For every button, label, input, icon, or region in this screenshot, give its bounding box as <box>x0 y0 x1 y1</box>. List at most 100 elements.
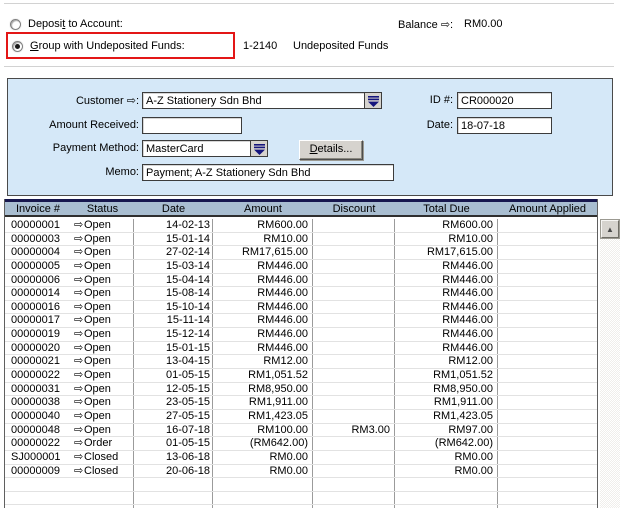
payment-method-input[interactable] <box>143 141 267 156</box>
table-row[interactable]: 00000038 ⇨Open 23-05-15 RM1,911.00 RM1,911.0… <box>5 396 597 410</box>
table-row[interactable]: 00000017 ⇨Open 15-11-14 RM446.00 RM446.00 <box>5 314 597 329</box>
status-cell[interactable]: ⇨Open <box>71 328 134 341</box>
detail-arrow-icon[interactable]: ⇨ <box>71 396 84 409</box>
amount-applied-cell[interactable] <box>498 396 597 409</box>
detail-arrow-icon[interactable]: ⇨ <box>71 410 84 423</box>
scroll-up-icon[interactable]: ▲ <box>601 220 619 238</box>
status-cell[interactable]: ⇨Open <box>71 246 134 259</box>
amount-applied-cell[interactable] <box>498 287 597 300</box>
memo-field[interactable] <box>142 164 394 181</box>
group-undeposited-funds-label[interactable]: Group with Undeposited Funds: <box>30 40 185 52</box>
table-row[interactable]: 00000003 ⇨Open 15-01-14 RM10.00 RM10.00 <box>5 232 597 247</box>
amount-applied-cell[interactable] <box>498 260 597 273</box>
detail-arrow-icon[interactable]: ⇨ <box>71 383 84 396</box>
detail-arrow-icon[interactable]: ⇨ <box>71 274 84 287</box>
discount-cell[interactable] <box>313 328 395 341</box>
customer-input[interactable] <box>143 93 381 108</box>
amount-applied-cell[interactable] <box>498 355 597 368</box>
plain-arrow-icon[interactable]: ⇨ <box>71 437 84 450</box>
discount-cell[interactable] <box>313 259 395 273</box>
table-scrollbar[interactable]: ▲ <box>600 219 620 508</box>
discount-cell[interactable] <box>313 341 395 355</box>
amount-applied-cell[interactable] <box>498 246 597 259</box>
amount-applied-cell[interactable] <box>498 369 597 382</box>
detail-arrow-icon[interactable]: ⇨ <box>71 314 84 327</box>
discount-cell[interactable] <box>313 355 395 369</box>
status-cell[interactable]: ⇨Order <box>71 437 134 450</box>
amount-applied-cell[interactable] <box>498 274 597 287</box>
status-cell[interactable]: ⇨Closed <box>71 464 134 478</box>
discount-cell[interactable] <box>313 232 395 246</box>
table-row[interactable]: 00000031 ⇨Open 12-05-15 RM8,950.00 RM8,950.0… <box>5 382 597 397</box>
table-row[interactable]: 00000014 ⇨Open 15-08-14 RM446.00 RM446.00 <box>5 287 597 301</box>
discount-cell[interactable] <box>313 287 395 300</box>
table-row[interactable]: 00000019 ⇨Open 15-12-14 RM446.00 RM446.00 <box>5 328 597 342</box>
table-row[interactable]: 00000001 ⇨Open 14-02-13 RM600.00 RM600.00 <box>5 219 597 233</box>
status-cell[interactable]: ⇨Open <box>71 396 134 409</box>
discount-cell[interactable] <box>313 219 395 232</box>
customer-combo[interactable] <box>142 92 382 109</box>
amount-applied-cell[interactable] <box>498 342 597 355</box>
amount-applied-cell[interactable] <box>498 301 597 314</box>
table-row[interactable]: 00000021 ⇨Open 13-04-15 RM12.00 RM12.00 <box>5 355 597 370</box>
detail-arrow-icon[interactable]: ⇨ <box>71 233 84 246</box>
detail-arrow-icon[interactable]: ⇨ <box>71 287 84 300</box>
discount-cell[interactable] <box>313 396 395 409</box>
status-cell[interactable]: ⇨Open <box>71 341 134 355</box>
date-field[interactable] <box>457 117 552 134</box>
discount-cell[interactable] <box>313 246 395 259</box>
deposit-to-account-label[interactable]: Deposit to Account: <box>28 18 123 30</box>
discount-cell[interactable] <box>313 437 395 450</box>
detail-arrow-icon[interactable]: ⇨ <box>71 424 84 437</box>
id-input[interactable] <box>458 93 551 108</box>
status-cell[interactable]: ⇨Open <box>71 219 134 232</box>
table-row[interactable]: 00000016 ⇨Open 15-10-14 RM446.00 RM446.00 <box>5 300 597 315</box>
amount-applied-cell[interactable] <box>498 410 597 423</box>
detail-arrow-icon[interactable]: ⇨ <box>71 328 84 341</box>
table-row[interactable]: 00000022 ⇨Order 01-05-15 (RM642.00) (RM642.0… <box>5 437 597 451</box>
table-row[interactable]: 00000020 ⇨Open 15-01-15 RM446.00 RM446.00 <box>5 341 597 356</box>
discount-cell[interactable] <box>313 382 395 396</box>
detail-arrow-icon[interactable]: ⇨ <box>71 246 84 259</box>
amount-applied-cell[interactable] <box>498 219 597 232</box>
amount-received-field[interactable] <box>142 117 242 134</box>
discount-cell[interactable] <box>313 450 395 464</box>
table-row[interactable]: 00000005 ⇨Open 15-03-14 RM446.00 RM446.00 <box>5 259 597 274</box>
detail-arrow-icon[interactable]: ⇨ <box>71 465 84 478</box>
amount-applied-cell[interactable] <box>498 328 597 341</box>
detail-arrow-icon[interactable]: ⇨ <box>71 451 84 464</box>
status-cell[interactable]: ⇨Open <box>71 369 134 382</box>
detail-arrow-icon[interactable]: ⇨ <box>71 260 84 273</box>
discount-cell[interactable] <box>313 314 395 328</box>
detail-arrow-icon[interactable]: ⇨ <box>71 355 84 368</box>
discount-cell[interactable] <box>313 369 395 382</box>
detail-arrow-icon[interactable]: ⇨ <box>71 301 84 314</box>
status-cell[interactable]: ⇨Open <box>71 259 134 273</box>
group-undeposited-funds-radio[interactable] <box>12 41 23 52</box>
deposit-to-account-radio[interactable] <box>10 19 21 30</box>
status-cell[interactable]: ⇨Open <box>71 232 134 246</box>
status-cell[interactable]: ⇨Open <box>71 273 134 287</box>
discount-cell[interactable] <box>313 409 395 423</box>
discount-cell[interactable] <box>313 273 395 287</box>
status-cell[interactable]: ⇨Closed <box>71 450 134 464</box>
table-row[interactable]: 00000006 ⇨Open 15-04-14 RM446.00 RM446.00 <box>5 273 597 288</box>
detail-arrow-icon[interactable]: ⇨ <box>71 369 84 382</box>
status-cell[interactable]: ⇨Open <box>71 423 134 437</box>
status-cell[interactable]: ⇨Open <box>71 409 134 423</box>
discount-cell[interactable]: RM3.00 <box>313 423 395 437</box>
table-row[interactable]: 00000040 ⇨Open 27-05-15 RM1,423.05 RM1,423.0… <box>5 409 597 424</box>
amount-applied-cell[interactable] <box>498 314 597 327</box>
table-row[interactable]: 00000048 ⇨Open 16-07-18 RM100.00 RM3.00 RM97.… <box>5 423 597 438</box>
id-field[interactable] <box>457 92 552 109</box>
table-row[interactable]: 00000004 ⇨Open 27-02-14 RM17,615.00 RM17,615… <box>5 246 597 260</box>
status-cell[interactable]: ⇨Open <box>71 314 134 328</box>
detail-arrow-icon[interactable]: ⇨ <box>71 219 84 232</box>
amount-applied-cell[interactable] <box>498 437 597 450</box>
memo-input[interactable] <box>143 165 393 180</box>
amount-applied-cell[interactable] <box>498 451 597 464</box>
amount-applied-cell[interactable] <box>498 383 597 396</box>
detail-arrow-icon[interactable]: ⇨ <box>71 342 84 355</box>
payment-method-combo[interactable] <box>142 140 268 157</box>
details-button[interactable]: Details... <box>299 140 363 160</box>
